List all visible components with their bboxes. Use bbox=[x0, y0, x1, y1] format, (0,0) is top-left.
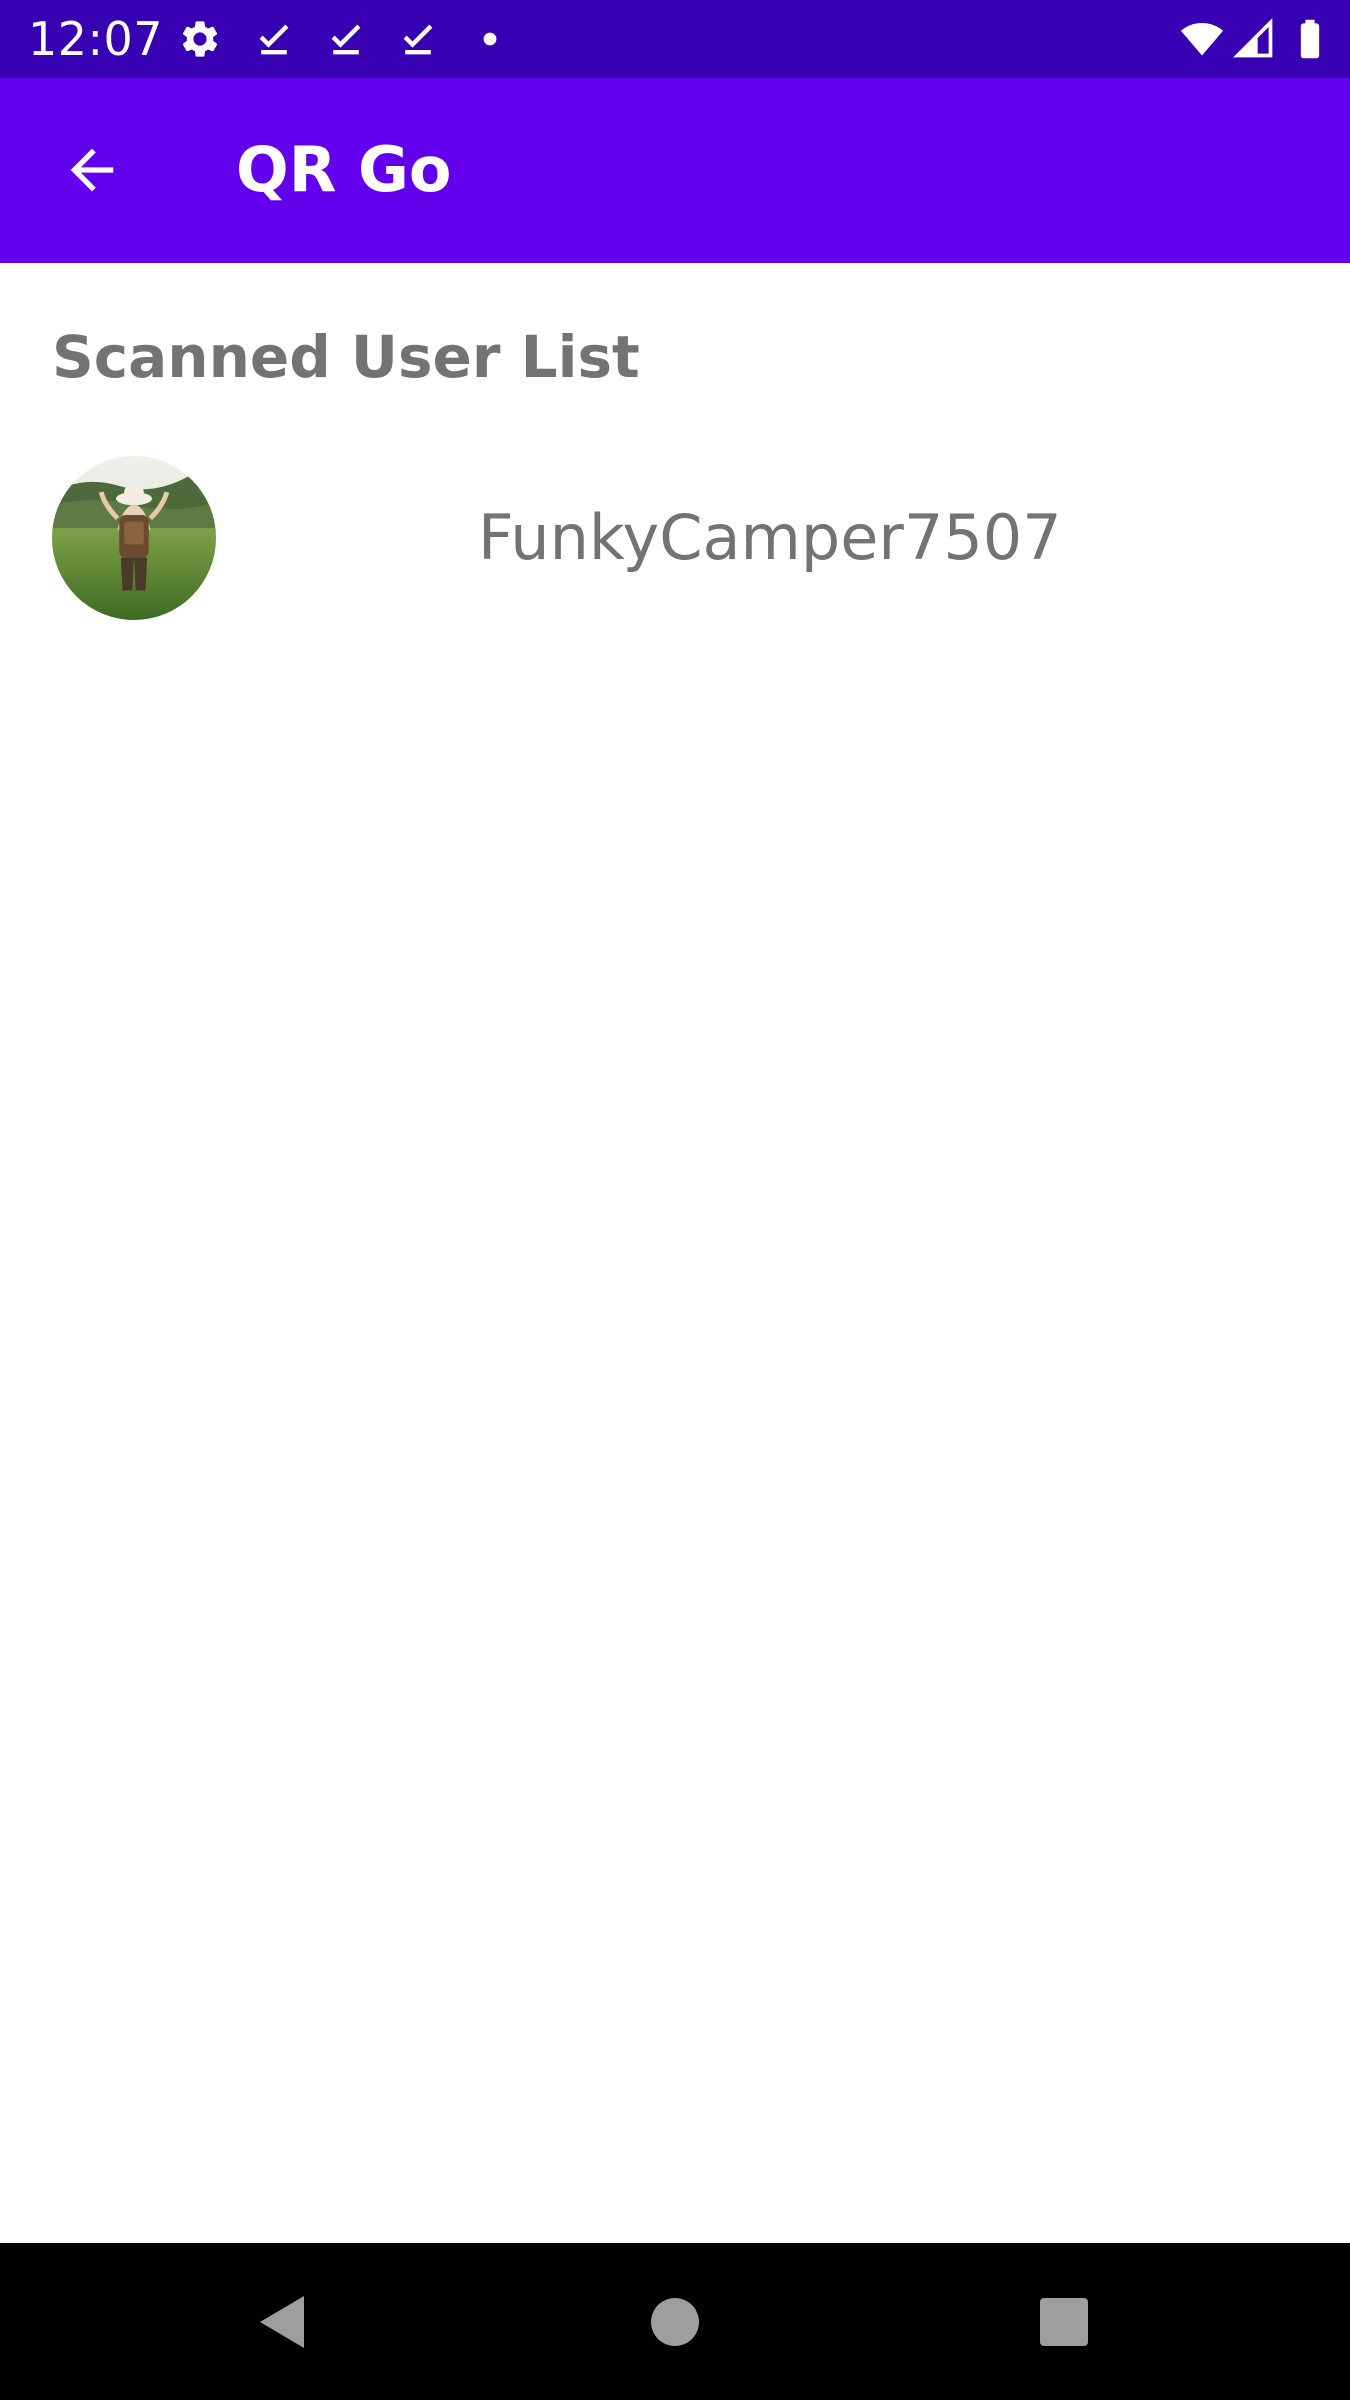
download-done-icon bbox=[324, 17, 368, 61]
back-button[interactable] bbox=[52, 130, 132, 210]
download-done-icon bbox=[396, 17, 440, 61]
nav-back-button[interactable] bbox=[237, 2277, 327, 2367]
list-item[interactable]: FunkyCamper7507 bbox=[0, 448, 1350, 628]
gear-icon bbox=[178, 17, 222, 61]
avatar bbox=[52, 456, 216, 620]
app-title: QR Go bbox=[236, 133, 452, 206]
status-time: 12:07 bbox=[28, 12, 164, 66]
app-bar: QR Go bbox=[0, 78, 1350, 263]
home-circle-icon bbox=[651, 2298, 699, 2346]
nav-recents-button[interactable] bbox=[1019, 2277, 1109, 2367]
page-title: Scanned User List bbox=[52, 323, 640, 391]
back-triangle-icon bbox=[260, 2296, 304, 2348]
battery-icon bbox=[1288, 17, 1332, 61]
signal-icon bbox=[1232, 17, 1276, 61]
nav-home-button[interactable] bbox=[630, 2277, 720, 2367]
dot-icon bbox=[468, 17, 512, 61]
arrow-back-icon bbox=[70, 148, 114, 192]
wifi-icon bbox=[1180, 17, 1224, 61]
recents-square-icon bbox=[1040, 2298, 1088, 2346]
status-bar: 12:07 bbox=[0, 0, 1350, 78]
nav-bar bbox=[0, 2243, 1350, 2400]
username: FunkyCamper7507 bbox=[478, 501, 1062, 574]
user-avatar-photo bbox=[52, 456, 216, 620]
download-done-icon bbox=[252, 17, 296, 61]
